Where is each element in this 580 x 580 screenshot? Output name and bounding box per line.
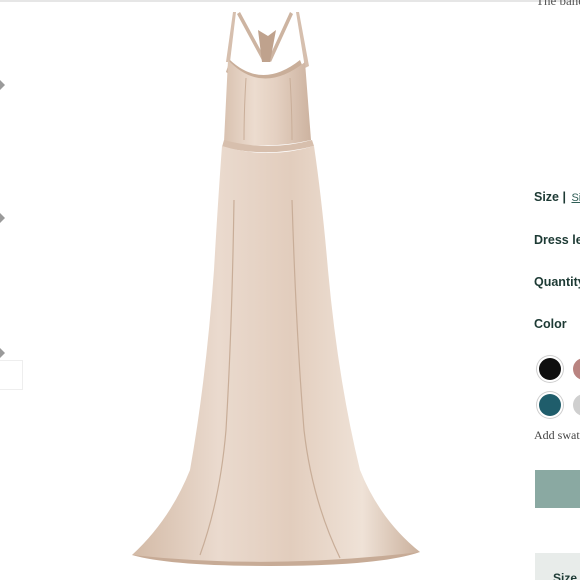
swatch-rose[interactable] [573,358,580,380]
size-label: Size | [534,190,566,204]
color-label: Color [534,317,567,331]
size-guide-link[interactable]: Size [571,192,580,204]
product-details-panel: The bane Size | Size Dress ler Quantity … [532,0,580,580]
dress-length-label[interactable]: Dress ler [534,233,580,247]
product-description: The bane [536,0,580,8]
thumbnail-marker-icon [0,80,5,90]
add-swatches-link[interactable]: Add swat [534,428,580,443]
swatch-teal[interactable] [539,394,561,416]
product-image [132,12,420,566]
add-to-cart-button[interactable] [535,470,580,508]
thumbnail-marker-icon [0,348,5,358]
quantity-label[interactable]: Quantity [534,275,580,289]
size-tab[interactable]: Size [535,553,580,580]
thumbnail-strip[interactable] [0,0,24,580]
thumbnail-marker-icon [0,213,5,223]
swatch-silver[interactable] [573,394,580,416]
swatch-black[interactable] [539,358,561,380]
thumbnail[interactable] [0,360,23,390]
size-option-label: Size | Size [534,190,580,204]
